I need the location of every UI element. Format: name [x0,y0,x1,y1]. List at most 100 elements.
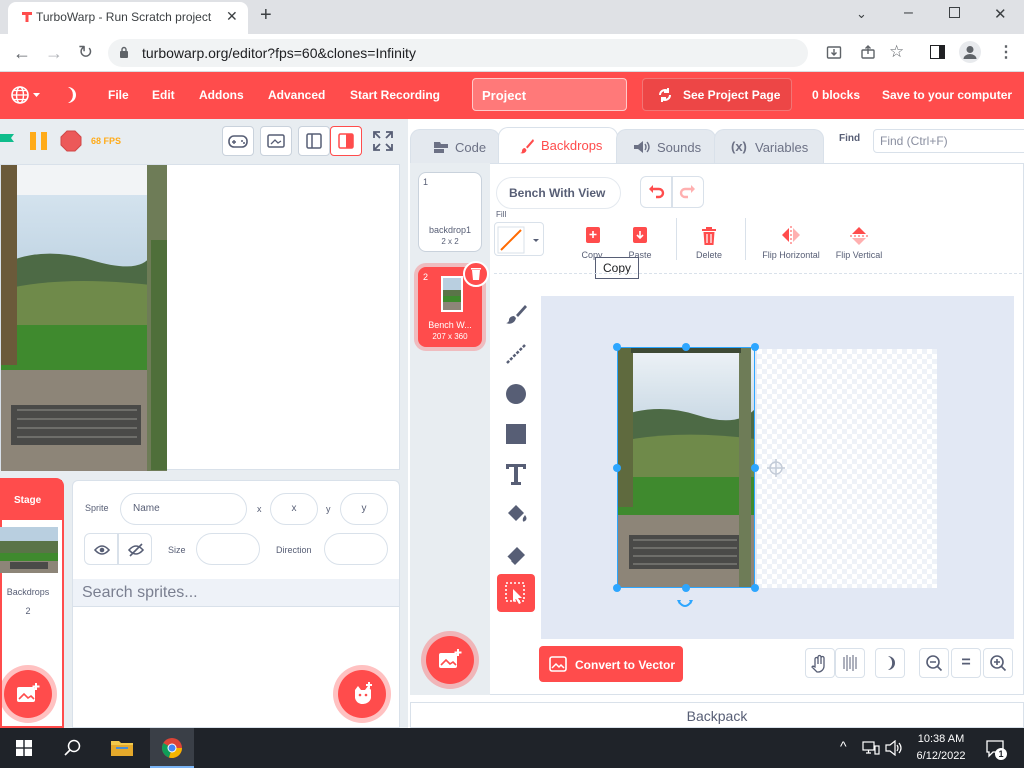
stage-settings-button[interactable] [260,126,292,156]
sprite-name-input[interactable]: Name [120,493,247,525]
back-arrow-icon[interactable]: ← [13,43,31,64]
convert-to-vector-button[interactable]: Convert to Vector [539,646,683,682]
windows-start-icon[interactable] [16,740,32,756]
close-tab-icon[interactable]: ✕ [226,8,238,25]
pan-hand-button[interactable] [805,648,835,678]
stage-canvas[interactable] [0,164,400,471]
menu-start-recording[interactable]: Start Recording [350,88,440,102]
tab-code[interactable]: Code [410,129,500,163]
fullscreen-icon[interactable] [372,130,394,152]
hide-sprite-button[interactable] [118,533,152,565]
zoom-in-button[interactable] [983,648,1013,678]
install-app-icon[interactable] [826,44,842,60]
bitmap-mode-button[interactable] [835,648,865,678]
show-sprite-button[interactable] [84,533,118,565]
tab-sounds[interactable]: Sounds [616,129,716,163]
flip-horizontal-label[interactable]: Flip Horizontal [756,250,826,260]
undo-button[interactable] [640,176,672,208]
selection-bounding-box[interactable] [617,347,755,588]
bookmark-star-icon[interactable]: ☆ [889,42,904,62]
delete-icon[interactable] [699,226,719,246]
forward-arrow-icon[interactable]: → [45,43,63,64]
clock-date[interactable]: 6/12/2022 [911,750,971,762]
language-globe-icon[interactable] [10,85,42,105]
system-tray-chevron-icon[interactable]: ^ [840,738,847,754]
small-stage-button[interactable] [298,126,330,156]
resize-handle[interactable] [682,343,690,351]
share-icon[interactable] [860,44,876,60]
x-input[interactable]: x [270,493,318,525]
brush-tool[interactable] [497,296,535,334]
circle-tool[interactable] [497,375,535,413]
text-tool[interactable] [497,455,535,493]
costume-name-input[interactable]: Bench With View [496,177,621,209]
resize-handle[interactable] [751,584,759,592]
flip-horizontal-icon[interactable] [781,226,801,244]
clock-time[interactable]: 10:38 AM [911,733,971,745]
add-backdrop-button[interactable] [426,636,474,684]
large-stage-button[interactable] [330,126,362,156]
resize-handle[interactable] [751,464,759,472]
add-backdrop-stage-button[interactable] [4,670,52,718]
backdrop-2-name: Bench W... [428,320,472,330]
network-icon[interactable] [862,740,880,756]
redo-button[interactable] [672,176,704,208]
gamepad-button[interactable] [222,126,254,156]
resize-handle[interactable] [613,464,621,472]
new-tab-icon[interactable]: + [260,4,272,27]
volume-icon[interactable] [885,740,903,756]
tab-variables[interactable]: (x) Variables [714,129,824,163]
menu-addons[interactable]: Addons [199,88,244,102]
add-sprite-button[interactable] [338,670,386,718]
direction-input[interactable] [324,533,388,565]
reload-icon[interactable]: ↻ [78,42,93,63]
resize-handle[interactable] [613,584,621,592]
zoom-out-button[interactable] [919,648,949,678]
lock-icon[interactable] [119,46,129,58]
green-flag-icon[interactable] [0,132,18,150]
menu-advanced[interactable]: Advanced [268,88,325,102]
pause-icon[interactable] [29,131,49,151]
fill-tool[interactable] [497,495,535,533]
zoom-reset-button[interactable]: = [951,648,981,678]
eraser-tool[interactable] [497,535,535,573]
find-input[interactable]: Find (Ctrl+F) [873,129,1024,153]
tab-search-chevron-icon[interactable]: ⌄ [856,6,867,22]
backpack-bar[interactable]: Backpack [410,702,1024,728]
menu-file[interactable]: File [108,88,129,102]
size-input[interactable] [196,533,260,565]
line-tool[interactable] [497,335,535,373]
size-label: Size [168,545,186,555]
flip-vertical-label[interactable]: Flip Vertical [826,250,892,260]
select-tool[interactable] [497,574,535,612]
paste-icon[interactable] [631,226,649,244]
theme-moon-icon[interactable] [64,85,78,105]
delete-label[interactable]: Delete [689,250,729,260]
browser-menu-icon[interactable]: ⋮ [998,42,1014,62]
url-text[interactable]: turbowarp.org/editor?fps=60&clones=Infin… [142,45,416,61]
tab-backdrops[interactable]: Backdrops [498,127,618,163]
menu-edit[interactable]: Edit [152,88,175,102]
fill-color-picker[interactable] [494,222,544,256]
restore-window-icon[interactable] [949,7,960,18]
copy-icon[interactable] [584,226,602,244]
stop-icon[interactable] [60,130,82,152]
resize-handle[interactable] [613,343,621,351]
search-icon[interactable] [64,739,82,757]
rotate-handle-icon[interactable] [676,598,694,612]
resize-handle[interactable] [682,584,690,592]
save-to-computer-button[interactable]: Save to your computer [882,88,1012,102]
minimize-window-icon[interactable]: – [904,4,913,22]
dark-canvas-button[interactable] [875,648,905,678]
file-explorer-icon[interactable] [110,738,134,758]
resize-handle[interactable] [751,343,759,351]
backdrop-item-1[interactable]: 1 backdrop1 2 x 2 [418,172,482,252]
close-window-icon[interactable]: ✕ [994,5,1007,23]
rectangle-tool[interactable] [497,415,535,453]
profile-avatar[interactable] [959,41,981,63]
side-panel-icon[interactable] [930,45,945,59]
y-input[interactable]: y [340,493,388,525]
flip-vertical-icon[interactable] [850,226,868,246]
delete-backdrop-button[interactable] [463,261,489,287]
fps-counter: 68 FPS [91,136,122,146]
